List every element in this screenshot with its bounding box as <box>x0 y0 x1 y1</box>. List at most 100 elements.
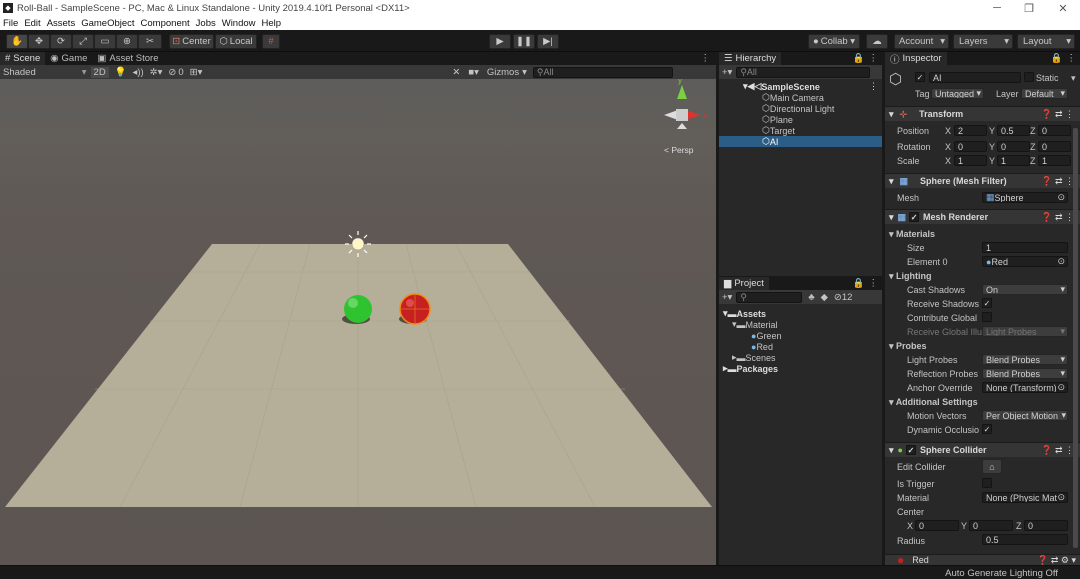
play-button[interactable]: ▶ <box>489 34 511 49</box>
material-preview-header[interactable]: ● Red ❓ ⇄ ⚙ ▾ <box>885 553 1080 566</box>
project-folder-material[interactable]: ▾ ▬ Material <box>719 319 778 330</box>
project-folder-packages[interactable]: ▸ ▬ Packages <box>719 363 778 374</box>
center-x-field[interactable]: 0 <box>915 520 959 531</box>
move-tool-icon[interactable]: ✥ <box>28 34 50 49</box>
transform-header[interactable]: ▾ ⊹ Transform ❓ ⇄ ⋮ <box>885 106 1080 121</box>
size-field[interactable]: 1 <box>982 242 1068 253</box>
dynamic-occlusion-checkbox[interactable]: ✓ <box>982 424 992 434</box>
materials-foldout[interactable]: ▾ Materials <box>889 229 935 240</box>
scene-viewport[interactable]: y x < Persp <box>0 79 716 565</box>
2d-toggle[interactable]: 2D <box>90 66 109 78</box>
menu-edit[interactable]: Edit <box>24 18 40 29</box>
project-asset-green[interactable]: ● Green <box>719 330 781 341</box>
motion-vectors-dropdown[interactable]: Per Object Motion ▾ <box>982 410 1068 421</box>
mesh-renderer-header[interactable]: ▾ ▦ ✓ Mesh Renderer ❓ ⇄ ⋮ <box>885 209 1080 224</box>
inspector-menu-icon[interactable]: ⋮ <box>1067 53 1077 64</box>
anchor-override-field[interactable]: None (Transform) ⊙ <box>982 382 1068 393</box>
component-icons[interactable]: ❓ ⇄ ⋮ <box>1041 445 1074 456</box>
mesh-filter-header[interactable]: ▾ ▦ Sphere (Mesh Filter) ❓ ⇄ ⋮ <box>885 173 1080 188</box>
hand-tool-icon[interactable]: ✋ <box>6 34 28 49</box>
collab-button[interactable]: ● Collab ▾ <box>808 34 860 49</box>
hierarchy-menu-icon[interactable]: ⋮ <box>869 53 879 64</box>
lighting-status[interactable]: Auto Generate Lighting Off <box>945 568 1058 579</box>
tab-asset-store[interactable]: ▣ Asset Store <box>92 52 163 65</box>
maximize-button[interactable]: ❐ <box>1014 0 1044 16</box>
hierarchy-item-target[interactable]: ⬡ Target <box>719 125 795 136</box>
mesh-field[interactable]: ▦ Sphere ⊙ <box>982 192 1068 203</box>
scale-x-field[interactable]: 1 <box>954 155 987 166</box>
edit-collider-button[interactable]: ⌂ <box>982 459 1002 474</box>
scale-tool-icon[interactable]: ⤢ <box>72 34 94 49</box>
cast-shadows-dropdown[interactable]: On ▾ <box>982 284 1068 295</box>
project-folder-assets[interactable]: ▾ ▬ Assets <box>719 308 766 319</box>
lighting-toggle-icon[interactable]: 💡 <box>115 67 127 78</box>
menu-assets[interactable]: Assets <box>47 18 76 29</box>
receive-shadows-checkbox[interactable]: ✓ <box>982 298 992 308</box>
plane-mesh[interactable] <box>5 244 712 507</box>
lock-icon[interactable]: 🔒 <box>853 53 865 64</box>
lock-icon[interactable]: 🔒 <box>1051 53 1063 64</box>
object-picker-icon[interactable]: ⊙ <box>1057 493 1065 502</box>
pivot-center-button[interactable]: ⊡ Center <box>169 34 214 49</box>
step-button[interactable]: ▶| <box>537 34 559 49</box>
active-checkbox[interactable]: ✓ <box>915 72 925 82</box>
static-arrow-icon[interactable]: ▾ <box>1071 73 1076 84</box>
mesh-renderer-enabled-checkbox[interactable]: ✓ <box>909 212 920 222</box>
radius-field[interactable]: 0.5 <box>982 534 1068 545</box>
rotation-x-field[interactable]: 0 <box>954 141 987 152</box>
project-folder-scenes[interactable]: ▸ ▬ Scenes <box>719 352 776 363</box>
contribute-gi-checkbox[interactable] <box>982 312 992 322</box>
scale-y-field[interactable]: 1 <box>997 155 1030 166</box>
static-checkbox[interactable] <box>1024 72 1034 82</box>
tab-game[interactable]: ◉ Game <box>45 52 92 65</box>
effects-toggle-icon[interactable]: ✲▾ <box>150 67 163 78</box>
position-x-field[interactable]: 2 <box>954 125 987 136</box>
additional-settings-foldout[interactable]: ▾ Additional Settings <box>889 397 978 408</box>
filter-label-icon[interactable]: ◆ <box>821 292 828 303</box>
close-button[interactable]: ✕ <box>1048 0 1078 16</box>
reflection-probes-dropdown[interactable]: Blend Probes ▾ <box>982 368 1068 379</box>
menu-file[interactable]: File <box>3 18 18 29</box>
pause-button[interactable]: ❚❚ <box>513 34 535 49</box>
menu-component[interactable]: Component <box>141 18 190 29</box>
component-icons[interactable]: ❓ ⇄ ⋮ <box>1041 212 1074 223</box>
object-picker-icon[interactable]: ⊙ <box>1057 383 1065 392</box>
menu-window[interactable]: Window <box>222 18 256 29</box>
scene-orientation-gizmo[interactable]: y x <box>664 79 707 129</box>
account-dropdown[interactable]: Account ▾ <box>894 34 949 49</box>
position-z-field[interactable]: 0 <box>1038 125 1071 136</box>
shading-mode-dropdown[interactable]: Shaded <box>3 67 36 78</box>
cloud-icon[interactable]: ☁ <box>866 34 888 49</box>
grid-snap-icon[interactable]: # <box>262 34 280 49</box>
light-probes-dropdown[interactable]: Blend Probes ▾ <box>982 354 1068 365</box>
filter-type-icon[interactable]: ♣ <box>808 292 814 303</box>
hierarchy-item-directional-light[interactable]: ⬡ Directional Light <box>719 103 834 114</box>
hidden-packages-icon[interactable]: ⊘ <box>834 292 842 303</box>
scene-menu-icon[interactable]: ⋮ <box>701 53 711 64</box>
scene-menu-icon[interactable]: ⋮ <box>869 81 878 92</box>
camera-icon[interactable]: ■▾ <box>468 67 479 78</box>
layout-dropdown[interactable]: Layout ▾ <box>1017 34 1075 49</box>
lighting-foldout[interactable]: ▾ Lighting <box>889 271 932 282</box>
hidden-objects-icon[interactable]: ⊘ <box>168 67 176 78</box>
probes-foldout[interactable]: ▾ Probes <box>889 341 927 352</box>
tab-scene[interactable]: # Scene <box>0 52 46 65</box>
grid-toggle-icon[interactable]: ⊞▾ <box>190 67 203 78</box>
object-name-field[interactable]: AI <box>929 72 1021 83</box>
object-picker-icon[interactable]: ⊙ <box>1057 257 1065 266</box>
persp-label[interactable]: < Persp <box>664 145 694 155</box>
position-y-field[interactable]: 0.5 <box>997 125 1030 136</box>
layers-dropdown[interactable]: Layers ▾ <box>953 34 1013 49</box>
minimize-button[interactable]: ─ <box>982 0 1012 16</box>
create-button[interactable]: +▾ <box>722 67 732 78</box>
element-0-field[interactable]: ● Red ⊙ <box>982 256 1068 267</box>
layer-dropdown[interactable]: Default ▾ <box>1021 88 1068 99</box>
project-menu-icon[interactable]: ⋮ <box>869 278 879 289</box>
rect-tool-icon[interactable]: ▭ <box>94 34 116 49</box>
scene-root-item[interactable]: ▾ ◀◁ SampleScene ⋮ <box>719 81 882 92</box>
hierarchy-item-plane[interactable]: ⬡ Plane <box>719 114 793 125</box>
tag-dropdown[interactable]: Untagged ▾ <box>931 88 984 99</box>
sphere-collider-enabled-checkbox[interactable]: ✓ <box>905 445 916 455</box>
collider-material-field[interactable]: None (Physic Mat ⊙ <box>982 492 1068 503</box>
component-icons[interactable]: ❓ ⇄ ⚙ ▾ <box>1037 555 1076 566</box>
